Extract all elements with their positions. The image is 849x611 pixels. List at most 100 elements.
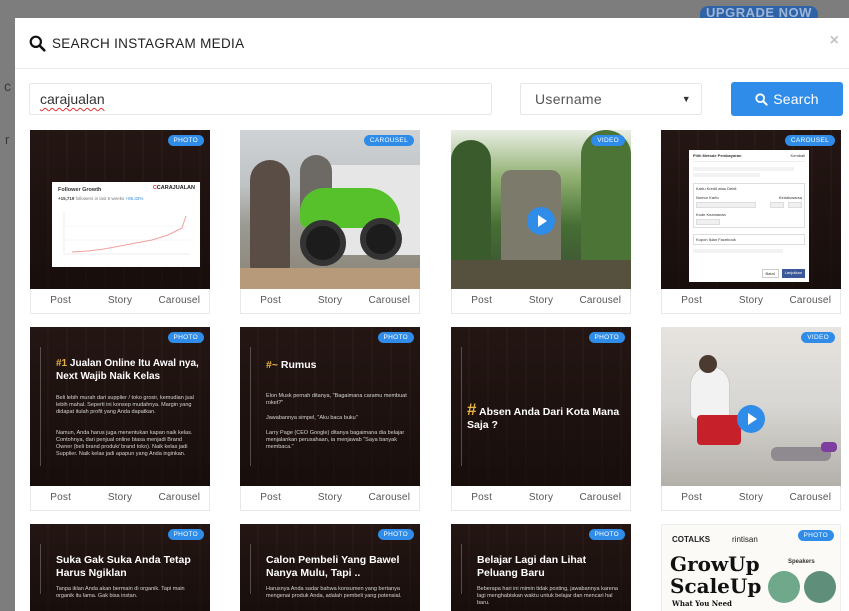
stool-shape	[697, 415, 741, 445]
media-type-badge: PHOTO	[797, 530, 834, 541]
story-button[interactable]: Story	[300, 486, 359, 510]
media-thumbnail[interactable]: VIDEO	[451, 130, 631, 289]
play-icon[interactable]	[737, 405, 765, 433]
ground-shape	[451, 260, 631, 289]
post-button[interactable]: Post	[241, 289, 300, 313]
post-button[interactable]: Post	[662, 486, 721, 510]
media-thumbnail[interactable]: VIDEO	[661, 327, 841, 486]
form-fb-coupon: Kupon Iklan Facebook	[693, 234, 805, 245]
search-input[interactable]: carajualan	[29, 83, 492, 115]
play-icon[interactable]	[527, 207, 555, 235]
poster-brand: rintisan	[732, 535, 758, 544]
form-continue-button: Lanjutkan	[781, 269, 805, 278]
carousel-button[interactable]: Carousel	[360, 289, 419, 313]
backdrop-text: c	[4, 78, 11, 94]
media-actions: Post Story Carousel	[451, 486, 631, 511]
ground-shape	[240, 268, 420, 289]
post-button[interactable]: Post	[31, 289, 90, 313]
wheel-shape	[300, 220, 346, 266]
carousel-button[interactable]: Carousel	[150, 486, 209, 510]
carousel-button[interactable]: Carousel	[781, 486, 840, 510]
media-thumbnail[interactable]: PHOTO #~ Rumus Elon Musk pernah ditanya,…	[240, 327, 420, 486]
story-button[interactable]: Story	[721, 486, 780, 510]
debris-shape	[821, 442, 837, 452]
post-body: Beli lebih murah dari supplier / toko gr…	[56, 395, 194, 415]
chart-image: Follower Growth CCARAJUALAN +15,719 foll…	[52, 182, 200, 267]
media-thumbnail[interactable]: PHOTO Follower Growth CCARAJUALAN +15,71…	[30, 130, 210, 289]
carousel-button[interactable]: Carousel	[781, 289, 840, 313]
media-thumbnail[interactable]: CAROUSEL	[240, 130, 420, 289]
search-bar: carajualan Username ▼ Search	[29, 82, 843, 116]
post-button[interactable]: Post	[662, 289, 721, 313]
form-cancel-button: Batal	[761, 269, 779, 278]
media-type-badge: PHOTO	[167, 529, 204, 540]
search-instagram-modal: SEARCH INSTAGRAM MEDIA × carajualan User…	[15, 18, 849, 611]
media-type-badge: VIDEO	[591, 135, 625, 146]
media-actions: Post Story Carousel	[240, 289, 420, 314]
wheel-shape	[360, 218, 402, 260]
search-type-select[interactable]: Username ▼	[520, 83, 702, 115]
media-type-badge: CAROUSEL	[784, 135, 835, 146]
post-body: Beberapa hari ini mimin tidak posting, j…	[477, 586, 618, 606]
media-thumbnail[interactable]: PHOTO #1 Jualan Online Itu Awal nya, Nex…	[30, 327, 210, 486]
media-type-badge: CAROUSEL	[363, 135, 414, 146]
caret-down-icon: ▼	[681, 94, 691, 104]
post-body: Tanpa iklan Anda akan bermain di organik…	[56, 586, 185, 599]
growth-line-chart	[63, 212, 190, 255]
post-body: Elon Musk pernah ditanya, "Bagaimana car…	[266, 393, 407, 406]
media-thumbnail[interactable]: PHOTO # Absen Anda Dari Kota Mana Saja ?	[451, 327, 631, 486]
post-button[interactable]: Post	[31, 486, 90, 510]
close-icon[interactable]: ×	[830, 32, 839, 50]
divider	[250, 347, 251, 466]
carousel-button[interactable]: Carousel	[360, 486, 419, 510]
story-button[interactable]: Story	[511, 289, 570, 313]
media-type-badge: PHOTO	[167, 332, 204, 343]
divider	[250, 544, 251, 594]
divider	[40, 544, 41, 594]
media-thumbnail[interactable]: PHOTO Calon Pembeli Yang Bawel Nanya Mul…	[240, 524, 420, 611]
person-shape	[250, 160, 290, 270]
chart-percent: +85.33%	[125, 196, 144, 201]
media-actions: Post Story Carousel	[661, 486, 841, 511]
post-button[interactable]: Post	[452, 289, 511, 313]
head-shape	[699, 355, 717, 373]
media-thumbnail[interactable]: PHOTO Belajar Lagi dan Lihat Peluang Bar…	[451, 524, 631, 611]
story-button[interactable]: Story	[90, 289, 149, 313]
search-input-value: carajualan	[40, 91, 105, 107]
post-body: Jawabannya simpel, "Aku baca buku"	[266, 415, 358, 421]
media-thumbnail[interactable]: CAROUSEL Pilih Metode Pembayaran Kembali…	[661, 130, 841, 289]
media-actions: Post Story Carousel	[30, 289, 210, 314]
carousel-button[interactable]: Carousel	[571, 289, 630, 313]
post-button[interactable]: Post	[452, 486, 511, 510]
divider	[461, 347, 462, 466]
media-type-badge: PHOTO	[588, 529, 625, 540]
payment-form-image: Pilih Metode Pembayaran Kembali Kartu Kr…	[689, 150, 809, 282]
modal-header: SEARCH INSTAGRAM MEDIA ×	[15, 18, 849, 69]
modal-title-text: SEARCH INSTAGRAM MEDIA	[52, 35, 245, 51]
story-button[interactable]: Story	[511, 486, 570, 510]
story-button[interactable]: Story	[90, 486, 149, 510]
media-actions: Post Story Carousel	[661, 289, 841, 314]
search-button[interactable]: Search	[731, 82, 843, 116]
media-thumbnail[interactable]: PHOTO COTALKS rintisan GrowUp ScaleUp Wh…	[661, 524, 841, 611]
post-button[interactable]: Post	[241, 486, 300, 510]
carousel-button[interactable]: Carousel	[150, 289, 209, 313]
post-title: Suka Gak Suka Anda Tetap Harus Ngiklan	[56, 554, 191, 579]
post-title: Belajar Lagi dan Lihat Peluang Baru	[477, 554, 587, 579]
divider	[461, 544, 462, 594]
carousel-button[interactable]: Carousel	[571, 486, 630, 510]
media-actions: Post Story Carousel	[30, 486, 210, 511]
story-button[interactable]: Story	[721, 289, 780, 313]
search-icon	[29, 35, 46, 52]
form-code-label: Kode Keamanan	[696, 212, 726, 217]
post-title: #~ Rumus	[266, 359, 317, 371]
media-type-badge: PHOTO	[377, 332, 414, 343]
story-button[interactable]: Story	[300, 289, 359, 313]
modal-title: SEARCH INSTAGRAM MEDIA	[29, 35, 244, 52]
chart-stat-note: followers in last 8 weeks	[75, 196, 125, 201]
media-thumbnail[interactable]: PHOTO Suka Gak Suka Anda Tetap Harus Ngi…	[30, 524, 210, 611]
post-title: # Absen Anda Dari Kota Mana Saja ?	[467, 400, 620, 431]
media-type-badge: PHOTO	[588, 332, 625, 343]
divider	[40, 347, 41, 466]
post-title: Calon Pembeli Yang Bawel Nanya Mulu, Tap…	[266, 554, 400, 579]
